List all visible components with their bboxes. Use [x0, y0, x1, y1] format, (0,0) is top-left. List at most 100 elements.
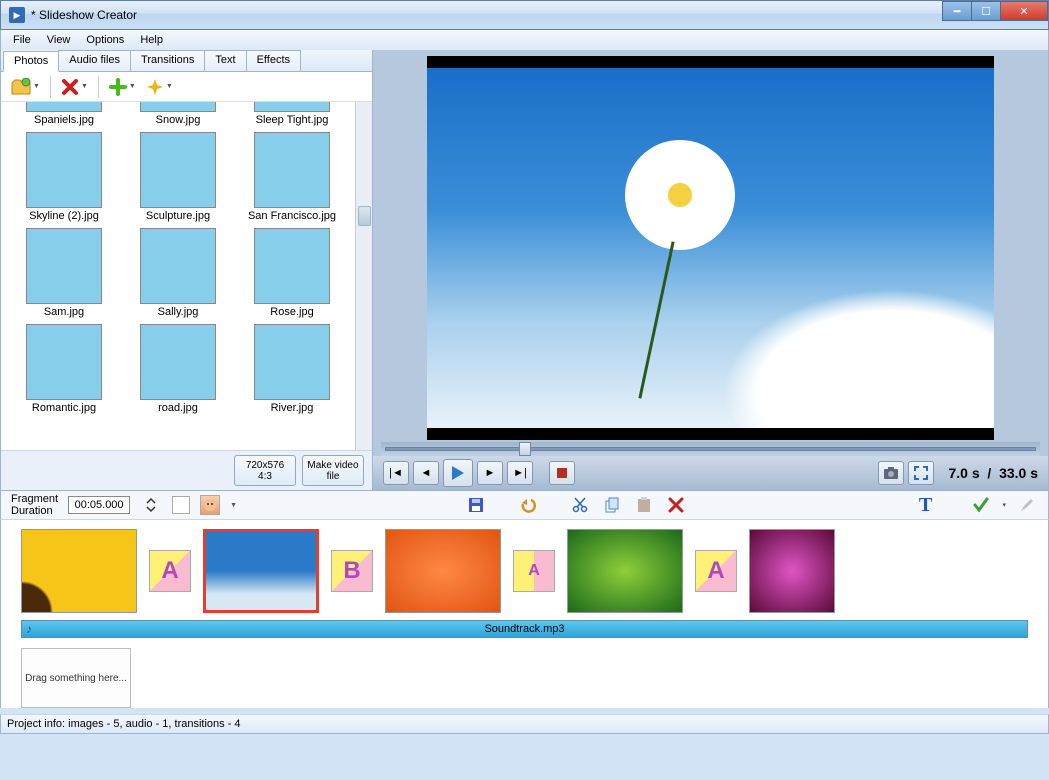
duration-stepper[interactable] [140, 494, 162, 516]
make-video-button[interactable]: Make video file [302, 455, 364, 486]
tab-audio[interactable]: Audio files [58, 50, 131, 71]
minimize-button[interactable]: ━ [942, 1, 972, 21]
thumb-item[interactable]: Sculpture.jpg [133, 132, 223, 222]
window-title: * Slideshow Creator [31, 8, 137, 22]
thumb-item[interactable]: road.jpg [133, 324, 223, 414]
paste-button[interactable] [633, 494, 655, 516]
delete-x-icon [667, 496, 685, 514]
next-frame-button[interactable]: ► [477, 461, 503, 485]
tab-photos[interactable]: Photos [3, 51, 59, 72]
scissors-icon [571, 496, 589, 514]
play-button[interactable] [443, 459, 473, 487]
apply-button[interactable] [970, 494, 992, 516]
snapshot-button[interactable] [878, 461, 904, 485]
make-video-label: Make video file [303, 460, 363, 482]
goto-end-button[interactable]: ►| [507, 461, 533, 485]
brush-icon [1018, 496, 1036, 514]
timeline-clip[interactable] [567, 529, 683, 613]
thumb-item[interactable]: Sam.jpg [19, 228, 109, 318]
thumb-item[interactable]: Rose.jpg [247, 228, 337, 318]
timeline-transition[interactable]: A [695, 550, 737, 592]
thumb-label: Rose.jpg [247, 306, 337, 318]
face-icon [202, 497, 218, 513]
thumb-label: Romantic.jpg [19, 402, 109, 414]
thumb-item[interactable]: Spaniels.jpg [19, 102, 109, 126]
timeline-audio-track[interactable]: ♪ Soundtrack.mp3 [21, 620, 1028, 638]
face-detect-button[interactable] [200, 495, 220, 515]
time-current: 7.0 s [948, 465, 979, 481]
fullscreen-button[interactable] [908, 461, 934, 485]
tab-text[interactable]: Text [204, 50, 246, 71]
resolution-value: 720x576 [235, 460, 295, 471]
add-button[interactable]: ▼ [107, 76, 138, 98]
brush-button[interactable] [1016, 494, 1038, 516]
thumb-item[interactable]: Sleep Tight.jpg [247, 102, 337, 126]
stop-icon [556, 467, 568, 479]
thumb-label: Spaniels.jpg [19, 114, 109, 126]
scrollbar-vertical[interactable] [355, 102, 372, 450]
seek-bar[interactable] [381, 442, 1040, 456]
thumb-item[interactable]: Skyline (2).jpg [19, 132, 109, 222]
menu-options[interactable]: Options [78, 32, 132, 48]
time-display: 7.0 s / 33.0 s [948, 465, 1038, 481]
tab-effects[interactable]: Effects [246, 50, 301, 71]
thumb-image [254, 324, 330, 400]
chevron-down-icon: ▼ [166, 83, 173, 90]
copy-button[interactable] [601, 494, 623, 516]
menu-view[interactable]: View [39, 32, 79, 48]
chevron-down-icon: ▼ [81, 83, 88, 90]
aspect-value: 4:3 [235, 471, 295, 482]
goto-start-button[interactable]: |◄ [383, 461, 409, 485]
thumb-image [140, 228, 216, 304]
drop-zone[interactable]: Drag something here... [21, 648, 131, 708]
open-folder-button[interactable]: ▼ [9, 76, 42, 98]
thumb-item[interactable]: Snow.jpg [133, 102, 223, 126]
duration-input[interactable]: 00:05.000 [68, 496, 130, 514]
save-button[interactable] [465, 494, 487, 516]
close-button[interactable]: ✕ [1000, 1, 1048, 21]
thumb-item[interactable]: Romantic.jpg [19, 324, 109, 414]
timeline-clip[interactable] [385, 529, 501, 613]
stepper-icon [143, 497, 159, 513]
thumb-item[interactable]: San Francisco.jpg [247, 132, 337, 222]
scrollbar-thumb[interactable] [358, 206, 371, 226]
window-controls: ━ ☐ ✕ [943, 1, 1048, 21]
prev-frame-button[interactable]: ◄ [413, 461, 439, 485]
delete-item-button[interactable] [665, 494, 687, 516]
seek-thumb[interactable] [519, 442, 531, 456]
timeline-clip-selected[interactable] [203, 529, 319, 613]
maximize-button[interactable]: ☐ [971, 1, 1001, 21]
cut-button[interactable] [569, 494, 591, 516]
time-total: 33.0 s [999, 465, 1038, 481]
menu-help[interactable]: Help [132, 32, 171, 48]
tab-transitions[interactable]: Transitions [130, 50, 205, 71]
thumbnail-grid[interactable]: Spaniels.jpg Snow.jpg Sleep Tight.jpg Sk… [1, 102, 372, 450]
timeline-clip[interactable] [749, 529, 835, 613]
check-icon [972, 496, 990, 514]
undo-button[interactable] [517, 494, 539, 516]
thumb-image [140, 102, 216, 112]
thumb-item[interactable]: Sally.jpg [133, 228, 223, 318]
library-panel: Photos Audio files Transitions Text Effe… [1, 50, 373, 490]
resolution-button[interactable]: 720x576 4:3 [234, 455, 296, 486]
thumb-label: Sleep Tight.jpg [247, 114, 337, 126]
menu-file[interactable]: File [5, 32, 39, 48]
timeline-toolbar: Fragment Duration 00:05.000 ▼ T ▾ [0, 490, 1049, 520]
library-footer: 720x576 4:3 Make video file [1, 450, 372, 490]
color-swatch[interactable] [172, 496, 190, 514]
delete-button[interactable]: ▼ [59, 76, 90, 98]
text-tool-button[interactable]: T [914, 494, 936, 516]
thumb-image [254, 228, 330, 304]
timeline-transition[interactable]: A [513, 550, 555, 592]
timeline-transition[interactable]: B [331, 550, 373, 592]
stop-button[interactable] [549, 461, 575, 485]
thumb-image [26, 132, 102, 208]
timeline-video-track[interactable]: A B A A [1, 526, 1048, 616]
chevron-down-icon: ▼ [230, 502, 237, 509]
timeline-transition[interactable]: A [149, 550, 191, 592]
thumb-label: Sculpture.jpg [133, 210, 223, 222]
timeline-clip[interactable] [21, 529, 137, 613]
thumb-item[interactable]: River.jpg [247, 324, 337, 414]
save-icon [467, 496, 485, 514]
effect-button[interactable]: ▼ [144, 76, 175, 98]
